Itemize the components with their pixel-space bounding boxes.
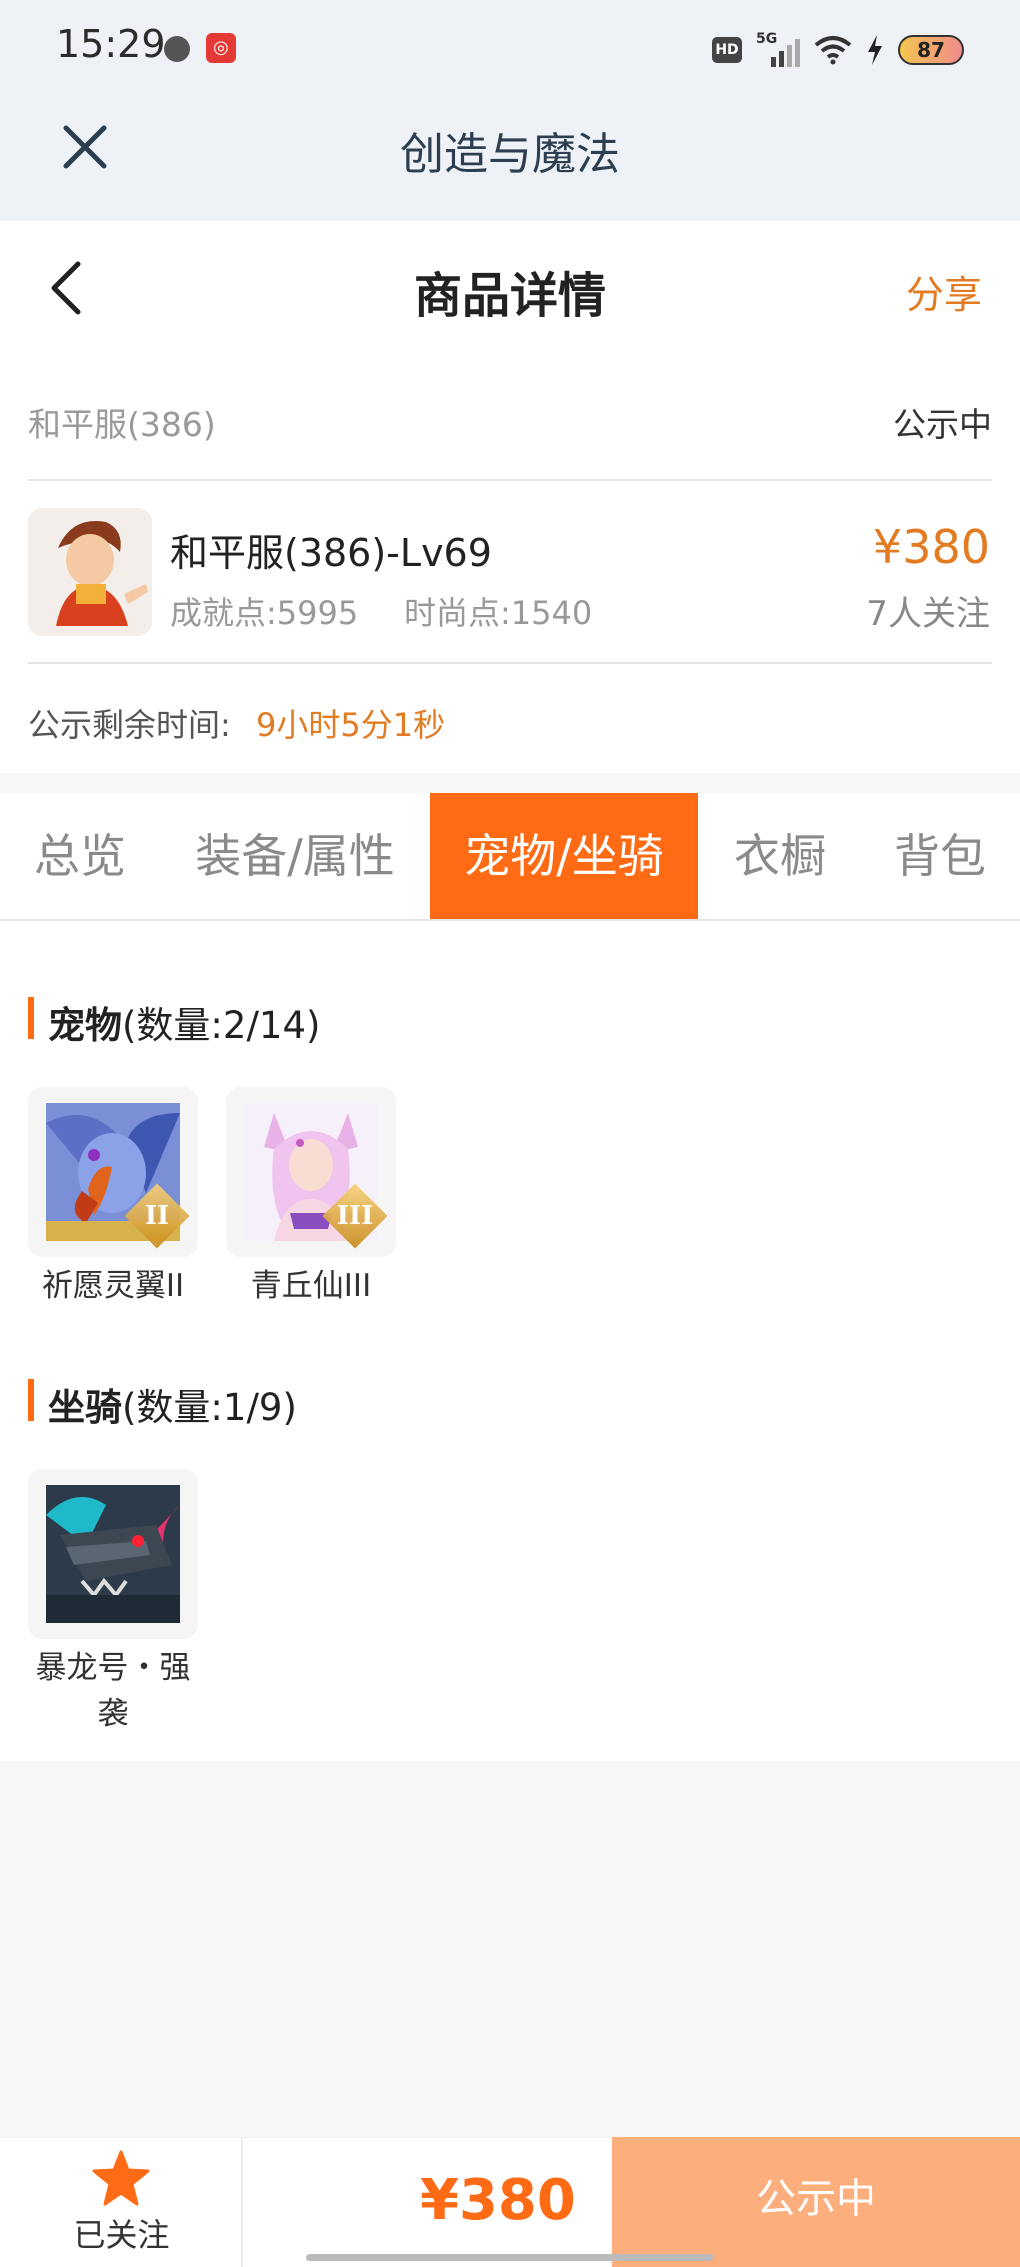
section-marker [28,997,34,1039]
mount-thumb-tyrant[interactable] [28,1469,198,1639]
signal-5g-icon: 5G [756,31,800,67]
hd-icon: HD [712,37,742,63]
pets-mounts-panel: 宠物(数量:2/14) II 祈愿灵翼II III 青丘仙III 坐骑(数量:1… [0,921,1020,1761]
wifi-icon [814,36,852,65]
product-name: 和平服(386)-Lv69 [170,531,492,575]
achievement-points: 成就点:5995 [170,594,359,632]
tab-equipment[interactable]: 装备/属性 [170,793,420,919]
watcher-count: 7人关注 [866,594,990,634]
tab-bag[interactable]: 背包 [870,793,1010,919]
public-status-button[interactable]: 公示中 [612,2137,1020,2267]
pets-heading: 宠物 [48,1004,122,1047]
globe-icon [164,36,190,62]
mounts-count: (数量:1/9) [122,1386,297,1429]
pet-thumb-fox-fairy[interactable]: III [226,1087,396,1257]
mount-name-line2: 袭 [97,1696,129,1732]
page-title: 商品详情 [413,268,606,324]
status-bar: 15:29 ◎ HD 5G 87 [0,0,1020,95]
tab-pets-mounts[interactable]: 宠物/坐骑 [430,793,698,919]
mounts-heading: 坐骑 [48,1386,122,1429]
mount-name-line1: 暴龙号・强 [35,1650,191,1686]
fashion-points: 时尚点:1540 [404,594,593,632]
charging-bolt-icon [868,35,882,65]
follow-label[interactable]: 已关注 [0,2210,243,2256]
share-button[interactable]: 分享 [906,264,982,319]
home-indicator[interactable] [306,2254,714,2261]
pet-thumb-wings[interactable]: II [28,1087,198,1257]
battery-icon: 87 [898,35,964,65]
status-indicators: HD 5G 87 [712,31,964,68]
status-time: 15:29 [56,22,166,66]
character-avatar[interactable] [28,508,152,636]
section-marker [28,1379,34,1421]
detail-tabs: 总览 装备/属性 宠物/坐骑 衣橱 背包 [0,793,1020,921]
mounts-section-title: 坐骑(数量:1/9) [48,1377,297,1431]
remaining-time-value: 9小时5分1秒 [256,706,446,744]
pet-name: 祈愿灵翼II [41,1268,185,1304]
bottom-price: ¥380 [420,2168,576,2233]
product-price: ¥380 [872,520,990,574]
divider [28,479,992,481]
remaining-time-label: 公示剩余时间: [28,706,231,744]
pet-rank: II [144,1201,170,1231]
netease-app-icon: ◎ [206,33,236,63]
tab-wardrobe[interactable]: 衣橱 [710,793,850,919]
app-title: 创造与魔法 [400,129,620,180]
star-icon[interactable] [92,2150,150,2206]
pets-section-title: 宠物(数量:2/14) [48,995,320,1049]
listing-status: 公示中 [893,405,992,444]
tab-overview[interactable]: 总览 [0,793,160,919]
pet-name: 青丘仙III [250,1268,372,1304]
pet-rank: III [336,1201,374,1231]
pets-count: (数量:2/14) [122,1004,321,1047]
server-name: 和平服(386) [28,405,216,444]
divider [28,662,992,664]
